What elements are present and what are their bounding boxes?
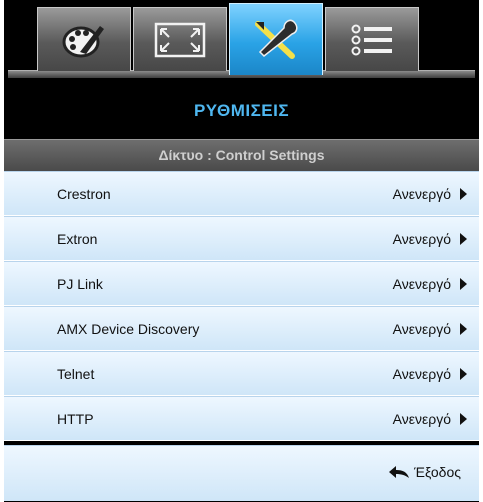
settings-list: Crestron Ανενεργό Extron Ανενεργό PJ Lin… (4, 171, 479, 441)
menu-title: ΡΥΘΜΙΣΕΙΣ (193, 101, 290, 120)
expand-screen-icon (154, 22, 206, 57)
palette-brush-icon (62, 25, 104, 57)
setting-row-crestron[interactable]: Crestron Ανενεργό (4, 171, 479, 216)
exit-button[interactable]: Έξοδος (388, 464, 461, 480)
setting-label: AMX Device Discovery (57, 321, 200, 337)
setting-row-http[interactable]: HTTP Ανενεργό (4, 396, 479, 441)
setting-label: PJ Link (57, 276, 103, 292)
setting-value: Ανενεργό (392, 366, 451, 382)
tab-display[interactable] (133, 7, 227, 71)
submenu-title: Δίκτυο : Control Settings (4, 139, 479, 172)
tab-bar (4, 0, 479, 78)
return-arrow-icon (389, 466, 410, 478)
arrow-right-icon[interactable] (460, 323, 467, 335)
setting-row-pjlink[interactable]: PJ Link Ανενεργό (4, 261, 479, 306)
setting-row-extron[interactable]: Extron Ανενεργό (4, 216, 479, 261)
setting-value: Ανενεργό (392, 231, 451, 247)
exit-row[interactable]: Έξοδος (4, 445, 479, 501)
tools-icon (255, 19, 298, 59)
tab-options[interactable] (325, 7, 419, 71)
setting-row-telnet[interactable]: Telnet Ανενεργό (4, 351, 479, 396)
arrow-right-icon[interactable] (460, 368, 467, 380)
tab-setup[interactable] (229, 3, 323, 75)
setting-label: Extron (57, 231, 98, 247)
setting-row-amx[interactable]: AMX Device Discovery Ανενεργό (4, 306, 479, 351)
setting-value: Ανενεργό (392, 276, 451, 292)
exit-label: Έξοδος (414, 464, 461, 480)
setting-label: Telnet (57, 366, 95, 382)
setting-label: HTTP (57, 411, 94, 427)
setting-label: Crestron (57, 186, 111, 202)
arrow-right-icon[interactable] (460, 413, 467, 425)
tab-image[interactable] (37, 7, 131, 71)
arrow-right-icon[interactable] (460, 233, 467, 245)
setting-value: Ανενεργό (392, 321, 451, 337)
arrow-right-icon[interactable] (460, 278, 467, 290)
setting-value: Ανενεργό (392, 186, 451, 202)
osd-menu: ΡΥΘΜΙΣΕΙΣ Δίκτυο : Control Settings Cres… (4, 0, 479, 502)
list-options-icon (351, 24, 392, 55)
setting-value: Ανενεργό (392, 411, 451, 427)
arrow-right-icon[interactable] (460, 188, 467, 200)
